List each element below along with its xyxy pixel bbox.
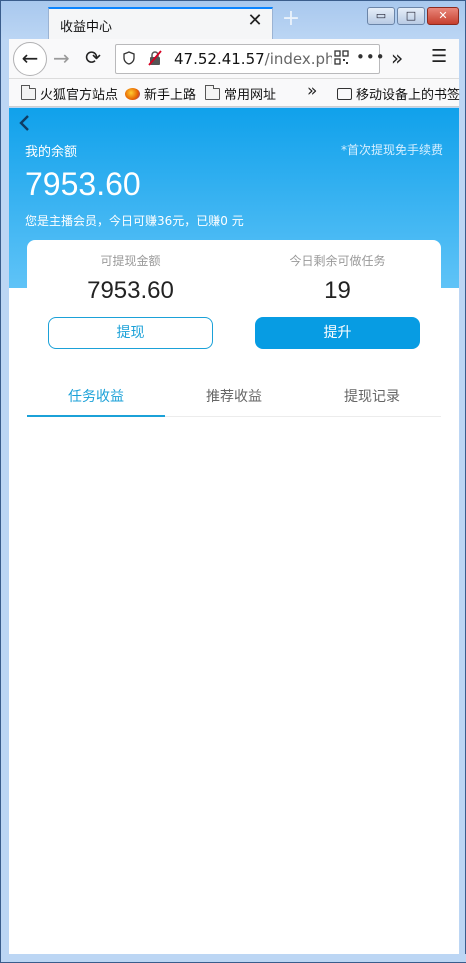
tab-title: 收益中心 <box>60 20 113 35</box>
tab-task-earnings[interactable]: 任务收益 <box>27 377 165 417</box>
browser-window: 收益中心 ✕ + ▭ □ ✕ ← → ⟳ 47.52.41.57/index.p… <box>0 0 466 963</box>
tasks-stat: 今日剩余可做任务 19 <box>234 252 441 305</box>
balance-amount: 7953.60 <box>25 166 141 202</box>
title-bar: 收益中心 ✕ + ▭ □ ✕ <box>1 1 466 39</box>
toolbar-overflow-icon[interactable]: » <box>391 46 403 70</box>
folder-icon <box>21 85 36 100</box>
hamburger-menu-icon[interactable]: ☰ <box>431 46 447 67</box>
url-bar[interactable]: 47.52.41.57/index.php/ ••• <box>115 44 385 74</box>
new-tab-icon[interactable]: + <box>280 8 302 30</box>
bookmarks-overflow-icon[interactable]: » <box>307 81 317 101</box>
bookmark-label: 新手上路 <box>144 88 197 103</box>
page-actions-menu-icon[interactable]: ••• <box>356 48 386 66</box>
url-text[interactable]: 47.52.41.57/index.php/ <box>174 50 332 68</box>
qr-code-icon[interactable] <box>334 50 349 69</box>
bookmark-item[interactable]: 新手上路 <box>125 84 196 103</box>
back-arrow-icon[interactable] <box>19 114 31 135</box>
bookmark-item[interactable]: 移动设备上的书签 <box>337 84 460 103</box>
withdraw-button[interactable]: 提现 <box>48 317 213 349</box>
withdrawable-value: 7953.60 <box>87 277 174 304</box>
bookmark-item[interactable]: 火狐官方站点 <box>21 84 118 103</box>
window-bottom-border <box>1 954 466 962</box>
insecure-lock-icon[interactable] <box>148 50 162 70</box>
mobile-icon <box>337 88 352 100</box>
bookmark-label: 移动设备上的书签 <box>356 88 461 103</box>
tasks-label: 今日剩余可做任务 <box>289 254 386 268</box>
fee-note: *首次提现免手续费 <box>340 143 443 157</box>
withdrawable-stat: 可提现金额 7953.60 <box>27 252 234 305</box>
url-path: /index.php/ <box>264 50 332 68</box>
navigation-toolbar: ← → ⟳ 47.52.41.57/index.php/ ••• » ☰ <box>9 39 459 79</box>
upgrade-button[interactable]: 提升 <box>255 317 420 349</box>
forward-button[interactable]: → <box>53 47 70 69</box>
page-content: 我的余额 *首次提现免手续费 7953.60 您是主播会员，今日可赚36元，已赚… <box>9 108 459 956</box>
shield-icon[interactable] <box>123 51 137 67</box>
bookmark-item[interactable]: 常用网址 <box>205 84 276 103</box>
tab-withdrawal-records[interactable]: 提现记录 <box>303 377 441 417</box>
balance-title: 我的余额 <box>25 145 78 160</box>
url-host: 47.52.41.57 <box>174 50 265 68</box>
window-controls: ▭ □ ✕ <box>367 7 459 25</box>
minimize-button[interactable]: ▭ <box>367 7 395 25</box>
reload-button[interactable]: ⟳ <box>85 47 101 69</box>
earnings-tabs: 任务收益 推荐收益 提现记录 <box>27 377 441 417</box>
tasks-value: 19 <box>324 277 351 304</box>
bookmark-label: 常用网址 <box>224 88 277 103</box>
close-window-button[interactable]: ✕ <box>427 7 459 25</box>
browser-tab[interactable]: 收益中心 ✕ <box>48 7 273 39</box>
withdrawable-label: 可提现金额 <box>100 254 161 268</box>
tab-close-icon[interactable]: ✕ <box>246 12 264 30</box>
tab-referral-earnings[interactable]: 推荐收益 <box>165 377 303 417</box>
summary-card: 可提现金额 7953.60 今日剩余可做任务 19 提现 提升 <box>27 240 441 360</box>
bookmark-label: 火狐官方站点 <box>40 88 119 103</box>
bookmarks-bar: 火狐官方站点 新手上路 常用网址 » 移动设备上的书签 <box>9 79 460 107</box>
firefox-icon <box>125 88 140 100</box>
member-info: 您是主播会员，今日可赚36元，已赚0 元 <box>25 214 244 228</box>
folder-icon <box>205 85 220 100</box>
maximize-button[interactable]: □ <box>397 7 425 25</box>
back-button[interactable]: ← <box>13 42 47 76</box>
